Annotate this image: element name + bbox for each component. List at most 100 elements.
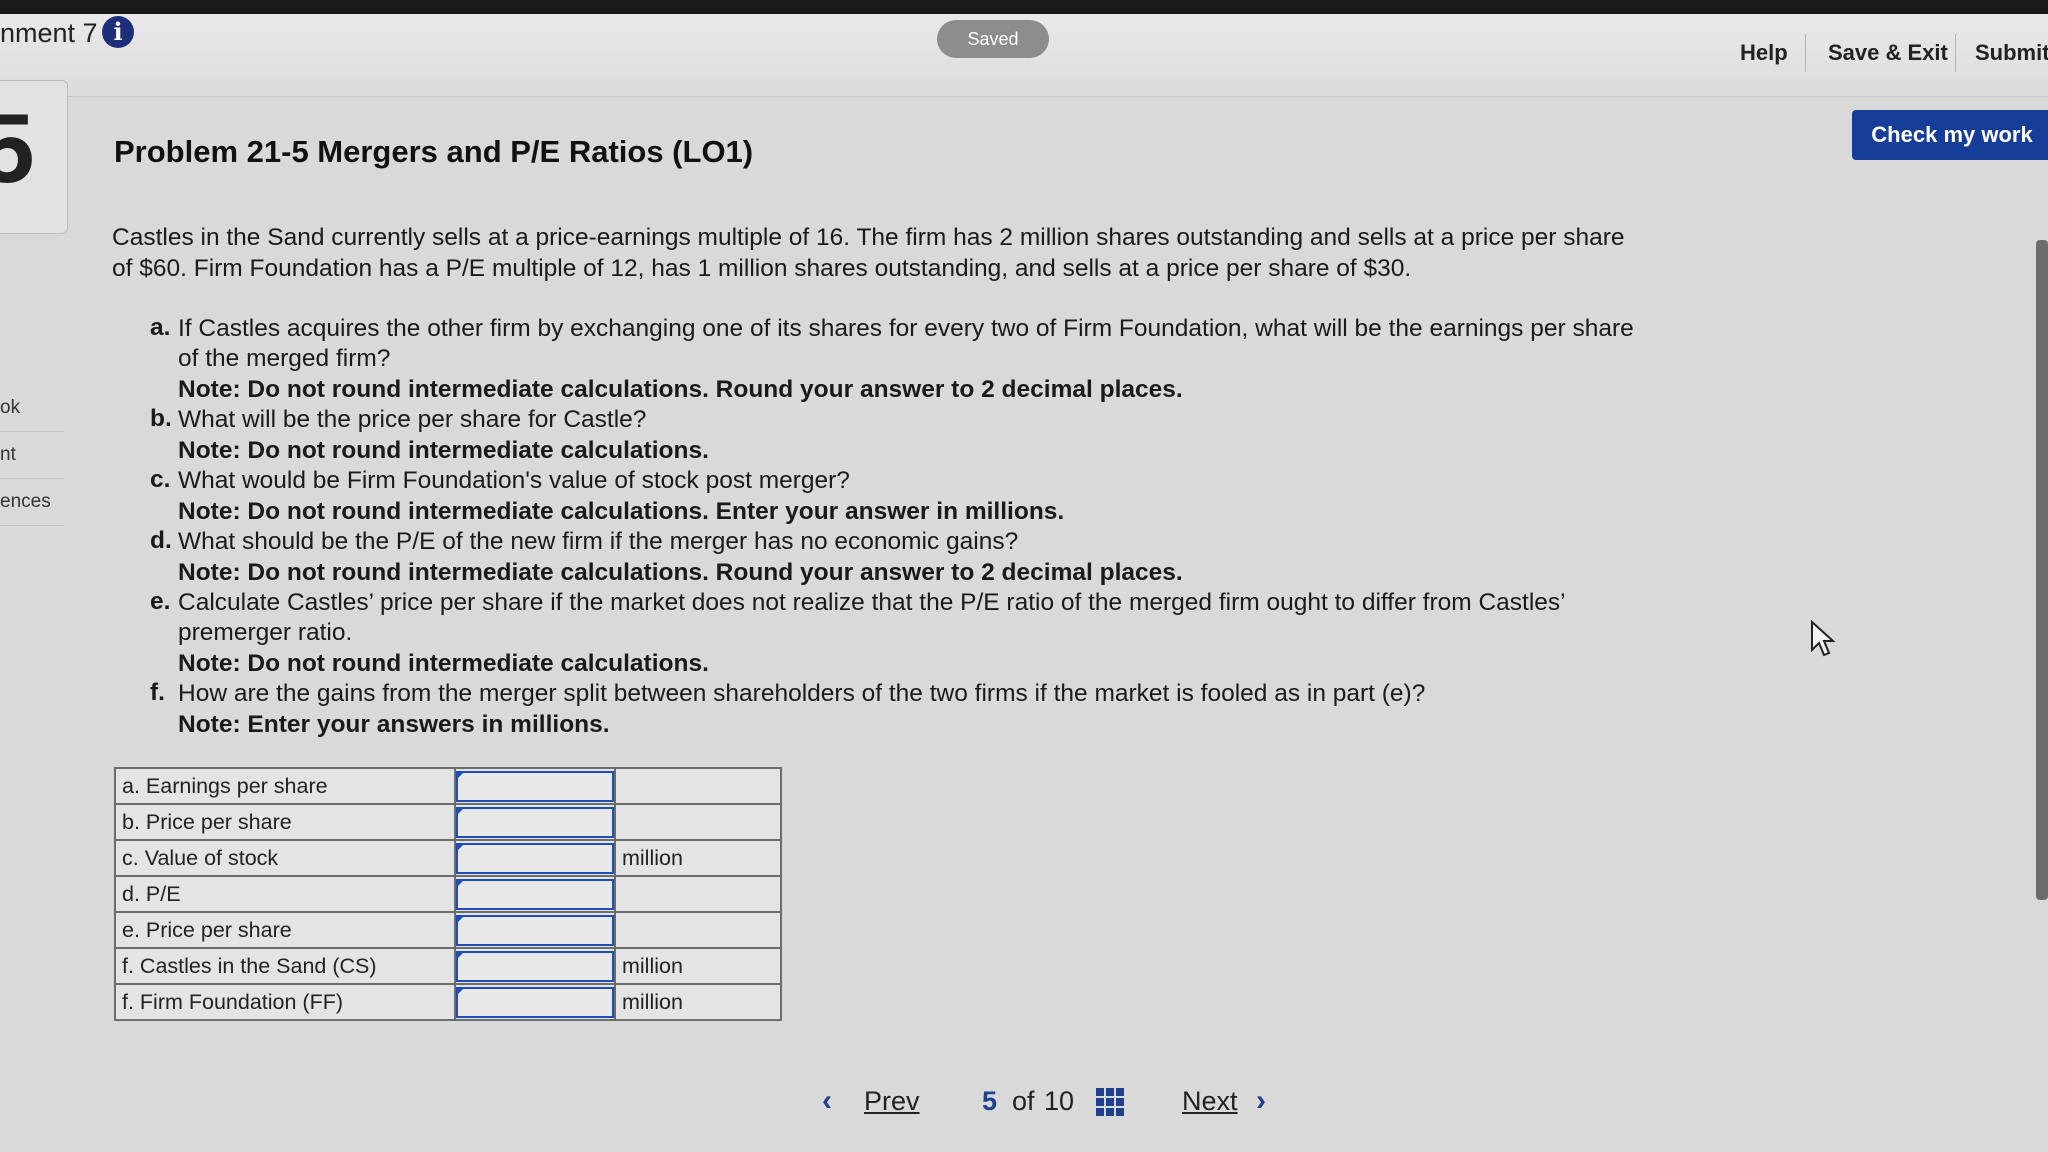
input-marker [458, 879, 465, 886]
row-label: a. Earnings per share [114, 767, 456, 805]
side-nav-item-ebook[interactable]: ok [0, 385, 64, 432]
table-row: f. Firm Foundation (FF) million [114, 983, 782, 1021]
unit-label [614, 767, 782, 805]
unit-label [614, 803, 782, 841]
answer-cell [454, 875, 616, 913]
side-nav-item-print[interactable]: nt [0, 432, 64, 479]
save-exit-button[interactable]: Save & Exit [1828, 40, 1948, 66]
unit-label [614, 911, 782, 949]
unit-label: million [614, 947, 782, 985]
next-button[interactable]: Next [1182, 1086, 1238, 1117]
question-letter: a. [150, 314, 171, 341]
question-note: Note: Do not round intermediate calculat… [178, 437, 709, 464]
question-text: What should be the P/E of the new firm i… [178, 528, 1019, 555]
unit-label: million [614, 839, 782, 877]
answer-cell [454, 803, 616, 841]
row-label: c. Value of stock [114, 839, 456, 877]
table-row: f. Castles in the Sand (CS) million [114, 947, 782, 985]
table-row: d. P/E [114, 875, 782, 913]
table-row: c. Value of stock million [114, 839, 782, 877]
row-label: f. Castles in the Sand (CS) [114, 947, 456, 985]
row-label: b. Price per share [114, 803, 456, 841]
help-button[interactable]: Help [1740, 40, 1788, 66]
unit-label: million [614, 983, 782, 1021]
answer-cell [454, 947, 616, 985]
question-letter: d. [150, 527, 172, 554]
answer-cell [454, 839, 616, 877]
side-nav-item-references[interactable]: ences [0, 479, 64, 526]
question-item: d. What should be the P/E of the new fir… [150, 527, 1650, 588]
side-nav-item-label: ok [0, 397, 21, 418]
question-note: Note: Do not round intermediate calculat… [178, 650, 709, 677]
question-list: a. If Castles acquires the other firm by… [150, 314, 1650, 740]
grid-icon[interactable] [1096, 1088, 1124, 1116]
question-item: a. If Castles acquires the other firm by… [150, 314, 1650, 405]
row-label: d. P/E [114, 875, 456, 913]
header-bar: nment 7 i Saved Help Save & Exit Submit [0, 14, 2048, 97]
question-text: How are the gains from the merger split … [178, 680, 1426, 707]
scrollbar[interactable] [2036, 240, 2048, 900]
question-text: If Castles acquires the other firm by ex… [178, 315, 1634, 372]
answer-input-ff-gain[interactable] [456, 986, 614, 1018]
header-divider [1955, 34, 1956, 72]
answer-input-fooled-price[interactable] [456, 914, 614, 946]
question-item: f. How are the gains from the merger spl… [150, 679, 1650, 740]
question-item: e. Calculate Castles’ price per share if… [150, 588, 1650, 679]
unit-label [614, 875, 782, 913]
question-text: Calculate Castles’ price per share if th… [178, 589, 1565, 646]
table-row: b. Price per share [114, 803, 782, 841]
question-number: 5 [0, 93, 35, 203]
current-page: 5 [982, 1086, 998, 1116]
answer-input-pe[interactable] [456, 878, 614, 910]
top-strip [0, 0, 2048, 14]
answer-cell [454, 767, 616, 805]
mouse-cursor-icon [1811, 620, 1836, 657]
question-note: Note: Do not round intermediate calculat… [178, 376, 1183, 403]
row-label: f. Firm Foundation (FF) [114, 983, 456, 1021]
question-text: What would be Firm Foundation's value of… [178, 467, 850, 494]
info-icon[interactable]: i [102, 16, 134, 48]
side-nav: ok nt ences [0, 385, 64, 526]
row-label: e. Price per share [114, 911, 456, 949]
side-nav-item-label: ences [0, 491, 51, 512]
problem-title: Problem 21-5 Mergers and P/E Ratios (LO1… [114, 134, 754, 169]
question-letter: e. [150, 588, 171, 615]
check-my-work-button[interactable]: Check my work [1852, 110, 2048, 160]
chevron-right-icon[interactable]: › [1256, 1084, 1266, 1118]
answer-cell [454, 983, 616, 1021]
answer-input-eps[interactable] [456, 770, 614, 802]
question-letter: f. [150, 679, 165, 706]
assignment-title: nment 7 [0, 18, 98, 48]
saved-status-badge: Saved [937, 20, 1049, 58]
input-marker [458, 843, 465, 850]
answer-table: a. Earnings per share b. Price per share… [114, 767, 782, 1021]
prev-button[interactable]: Prev [864, 1086, 920, 1117]
input-marker [458, 771, 465, 778]
input-marker [458, 915, 465, 922]
question-text: What will be the price per share for Cas… [178, 406, 647, 433]
question-letter: c. [150, 466, 171, 493]
question-note: Note: Do not round intermediate calculat… [178, 559, 1183, 586]
question-note: Note: Do not round intermediate calculat… [178, 498, 1065, 525]
answer-input-value-of-stock[interactable] [456, 842, 614, 874]
page-of-label: of [1012, 1086, 1035, 1116]
question-note: Note: Enter your answers in millions. [178, 711, 610, 738]
question-item: b. What will be the price per share for … [150, 405, 1650, 466]
next-label: Next [1182, 1086, 1238, 1116]
table-row: e. Price per share [114, 911, 782, 949]
table-row: a. Earnings per share [114, 767, 782, 805]
side-nav-item-label: nt [0, 444, 16, 465]
input-marker [458, 987, 465, 994]
input-marker [458, 807, 465, 814]
header-divider [1805, 34, 1806, 72]
total-pages: 10 [1044, 1086, 1075, 1116]
prev-label: Prev [864, 1086, 920, 1116]
problem-intro: Castles in the Sand currently sells at a… [112, 224, 1625, 282]
submit-button[interactable]: Submit [1975, 40, 2048, 66]
answer-input-cs-gain[interactable] [456, 950, 614, 982]
chevron-left-icon[interactable]: ‹ [822, 1084, 832, 1118]
answer-input-price-per-share[interactable] [456, 806, 614, 838]
answer-cell [454, 911, 616, 949]
question-item: c. What would be Firm Foundation's value… [150, 466, 1650, 527]
question-letter: b. [150, 405, 172, 432]
